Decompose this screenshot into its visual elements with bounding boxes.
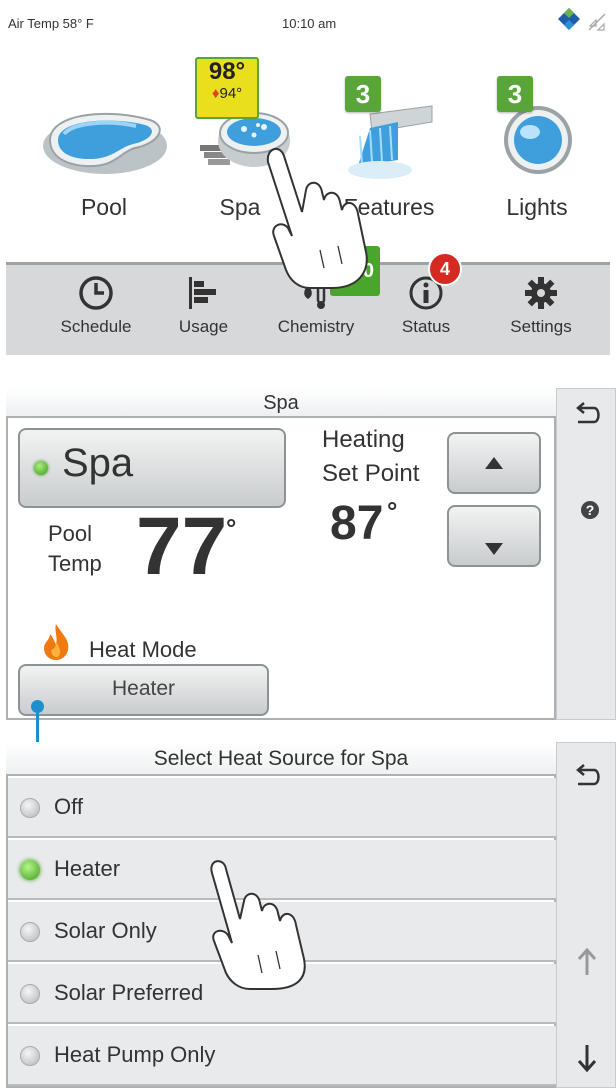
heat-source-title: Select Heat Source for Spa [6, 742, 556, 776]
radio-indicator [20, 922, 40, 942]
option-label: Solar Only [54, 918, 157, 943]
features-count-badge: 3 [345, 76, 381, 112]
triangle-up-icon [485, 457, 503, 469]
tap-gesture-hand-icon [266, 147, 368, 289]
heating-setpoint-label-2: Set Point [322, 460, 420, 487]
radio-indicator [20, 1046, 40, 1066]
heat-source-option-off[interactable]: Off [8, 778, 556, 838]
pool-tile-icon[interactable] [40, 98, 170, 178]
radio-indicator [20, 984, 40, 1004]
setpoint-down-button[interactable] [447, 505, 541, 567]
clock: 10:10 am [282, 16, 337, 31]
status-alert-badge: 4 [428, 252, 462, 286]
tile-label-lights[interactable]: Lights [477, 194, 597, 221]
pool-temp-degree: ° [226, 513, 237, 543]
lights-bulb-icon[interactable] [500, 100, 580, 180]
heating-setpoint-label-1: Heating [322, 426, 405, 453]
svg-text:?: ? [586, 502, 595, 518]
wifi-signal-icon [588, 13, 606, 31]
nav-settings[interactable]: Settings [491, 275, 591, 337]
spa-set-temp: ♦94° [211, 85, 243, 102]
back-arrow-icon[interactable] [572, 764, 602, 790]
spa-toggle-label: Spa [62, 441, 134, 485]
scroll-down-arrow-icon[interactable] [577, 1043, 597, 1073]
spa-panel-title: Spa [6, 388, 556, 418]
tile-label-pool[interactable]: Pool [44, 194, 164, 221]
pool-temp-label-1: Pool [48, 521, 93, 546]
heat-source-option-heat-pump-only[interactable]: Heat Pump Only [8, 1026, 556, 1086]
tap-gesture-hand-icon [210, 860, 306, 990]
side-rail-top: ? [556, 388, 616, 720]
gear-icon [525, 277, 557, 309]
flame-icon [44, 624, 69, 660]
spa-temp-badge[interactable]: 98° ♦94° [195, 57, 259, 119]
radio-indicator [20, 798, 40, 818]
triangle-down-icon [485, 543, 503, 555]
side-rail-bottom [556, 742, 616, 1088]
heat-mode-label: Heat Mode [89, 637, 197, 662]
radio-indicator-selected [20, 860, 40, 880]
option-label: Heat Pump Only [54, 1042, 216, 1067]
option-label: Solar Preferred [54, 980, 204, 1005]
setpoint-up-button[interactable] [447, 432, 541, 494]
spa-current-temp: 98° [208, 58, 246, 85]
nav-schedule[interactable]: Schedule [46, 275, 146, 337]
pool-temp-label-2: Temp [48, 551, 102, 576]
option-label: Heater [54, 856, 121, 881]
pool-temp-value: 77 [136, 501, 228, 592]
clock-icon [79, 276, 113, 310]
lights-count-badge: 3 [497, 76, 533, 112]
connector-dot-top [31, 700, 44, 713]
help-icon[interactable]: ? [580, 500, 600, 520]
setpoint-value: 87 [330, 497, 384, 550]
nav-status[interactable]: Status [381, 275, 471, 337]
brand-logo-icon [558, 8, 580, 30]
air-temp-readout: Air Temp 58° F [8, 16, 94, 31]
spa-on-indicator [34, 461, 48, 475]
option-label: Off [54, 794, 83, 819]
heat-mode-value: Heater [111, 677, 176, 700]
scroll-up-arrow-icon[interactable] [577, 947, 597, 977]
bar-chart-icon [188, 277, 216, 309]
setpoint-degree: ° [387, 496, 398, 526]
nav-usage[interactable]: Usage [156, 275, 251, 337]
spa-toggle-button[interactable] [18, 428, 286, 508]
back-arrow-icon[interactable] [572, 402, 602, 428]
